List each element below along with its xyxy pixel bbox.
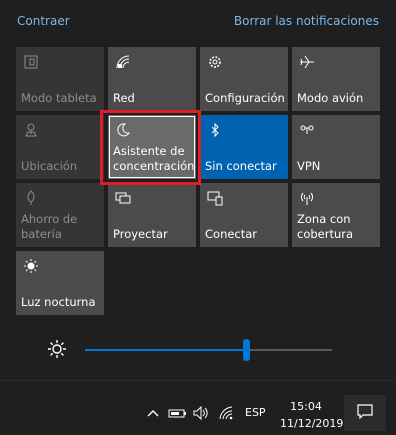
tile-label: Red: [113, 91, 135, 105]
clock[interactable]: 15:04 11/12/2019: [280, 398, 344, 432]
tile-label: Sin conectar: [205, 159, 277, 173]
tile-mobile-hotspot[interactable]: Zona con cobertura: [292, 183, 380, 247]
tile-label: Configuración: [205, 91, 285, 105]
night-light-icon: [22, 257, 40, 275]
taskbar-divider: [0, 380, 396, 381]
tile-focus-assist[interactable]: Asistente de concentración: [108, 115, 196, 179]
tile-label: Ahorro de batería: [21, 212, 78, 241]
clear-notifications-link[interactable]: Borrar las notificaciones: [234, 14, 379, 28]
bluetooth-icon: [206, 121, 224, 139]
action-center-button[interactable]: [344, 395, 386, 431]
tile-location[interactable]: Ubicación: [16, 115, 104, 179]
settings-gear-icon: [206, 53, 224, 71]
wifi-icon[interactable]: [218, 405, 234, 421]
brightness-slider[interactable]: [85, 339, 332, 361]
tile-label: Modo tableta: [21, 91, 97, 105]
tile-label: Conectar: [205, 227, 258, 241]
tile-settings[interactable]: Configuración: [200, 47, 288, 111]
tile-label: VPN: [297, 159, 321, 173]
tile-label: Luz nocturna: [21, 295, 96, 309]
tile-bluetooth[interactable]: Sin conectar: [200, 115, 288, 179]
tile-night-light[interactable]: Luz nocturna: [16, 251, 104, 315]
network-icon: [114, 53, 132, 71]
action-center-icon: [357, 403, 373, 423]
brightness-slider-fill: [85, 349, 246, 351]
tile-label: Ubicación: [21, 159, 78, 173]
brightness-slider-thumb[interactable]: [243, 339, 250, 361]
tile-battery-saver[interactable]: Ahorro de batería: [16, 183, 104, 247]
language-indicator[interactable]: ESP: [245, 406, 266, 419]
battery-saver-icon: [22, 189, 40, 207]
brightness-icon: [47, 339, 67, 359]
tile-vpn[interactable]: VPN: [292, 115, 380, 179]
mobile-hotspot-icon: [298, 189, 316, 207]
tile-network[interactable]: Red: [108, 47, 196, 111]
moon-icon: [114, 121, 132, 139]
volume-icon[interactable]: [193, 405, 209, 421]
collapse-link[interactable]: Contraer: [17, 14, 70, 28]
power-battery-icon[interactable]: [168, 406, 188, 420]
tile-connect[interactable]: Conectar: [200, 183, 288, 247]
show-hidden-icons-chevron-icon[interactable]: [146, 406, 160, 420]
clock-date: 11/12/2019: [280, 417, 344, 430]
connect-icon: [206, 189, 224, 207]
clock-time: 15:04: [290, 400, 322, 413]
vpn-icon: [298, 121, 316, 139]
project-icon: [114, 189, 132, 207]
tile-project[interactable]: Proyectar: [108, 183, 196, 247]
tile-label: Modo avión: [297, 91, 364, 105]
location-icon: [22, 121, 40, 139]
tablet-mode-icon: [22, 53, 40, 71]
tile-label: Proyectar: [113, 227, 168, 241]
tile-label: Zona con cobertura: [297, 212, 354, 241]
airplane-icon: [298, 53, 316, 71]
tile-tablet-mode[interactable]: Modo tableta: [16, 47, 104, 111]
tile-label: Asistente de concentración: [113, 144, 195, 173]
tile-airplane-mode[interactable]: Modo avión: [292, 47, 380, 111]
